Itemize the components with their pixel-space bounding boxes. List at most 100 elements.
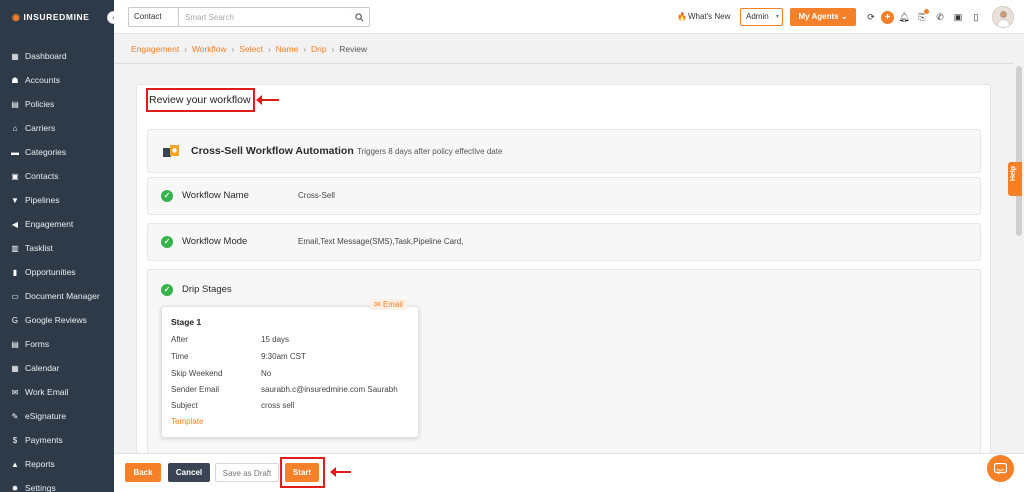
sidebar-item-calendar[interactable]: ▦ Calendar [0, 356, 114, 380]
workflow-summary-header: Cross-Sell Workflow Automation Triggers … [147, 129, 981, 173]
action-bar: Back Cancel Save as Draft Start [114, 453, 1024, 492]
drip-stage-card: Stage 1 After 15 days Time 9:30am CST Sk… [161, 306, 419, 438]
stage-time-value: 9:30am CST [261, 352, 306, 361]
bell-icon[interactable]: 🔔︎ [896, 9, 912, 25]
my-agents-label: My Agents [798, 12, 839, 21]
sidebar-item-esignature[interactable]: ✎ eSignature [0, 404, 114, 428]
help-tab[interactable]: Help [1008, 162, 1022, 196]
workflow-title: Cross-Sell Workflow Automation [191, 145, 354, 157]
chat-icon [994, 462, 1007, 474]
cancel-button[interactable]: Cancel [168, 463, 210, 482]
sidebar-item-settings[interactable]: ✹ Settings [0, 476, 114, 492]
stage-sender-value: saurabh.c@insuredmine.com Saurabh [261, 385, 398, 394]
annotation-arrow-icon [256, 95, 279, 105]
workflow-name-row: ✓ Workflow Name Cross-Sell [147, 177, 981, 215]
chat-button[interactable] [987, 455, 1014, 482]
stage-title: Stage 1 [171, 317, 202, 327]
document-icon: ▤ [11, 99, 19, 109]
sidebar-item-label: Settings [25, 483, 56, 492]
breadcrumb: Engagement › Workflow › Select › Name › … [131, 44, 367, 54]
sidebar-item-google-reviews[interactable]: G Google Reviews [0, 308, 114, 332]
notifications-icon[interactable]: ⎘ [914, 9, 930, 25]
sidebar-item-label: eSignature [25, 411, 67, 421]
sidebar-item-carriers[interactable]: ⌂ Carriers [0, 116, 114, 140]
sidebar-item-work-email[interactable]: ✉ Work Email [0, 380, 114, 404]
bar-chart-icon: ▮ [12, 267, 18, 277]
drip-stages-section: ✓ Drip Stages Stage 1 After 15 days Time… [147, 269, 981, 453]
folder-open-icon: ▭ [11, 291, 19, 301]
megaphone-icon: ◀ [11, 219, 19, 229]
smart-search-input[interactable] [178, 7, 351, 27]
my-agents-button[interactable]: My Agents ⌄ [790, 8, 856, 26]
chip-icon[interactable]: ▣ [950, 9, 966, 25]
sidebar-item-pipelines[interactable]: ▼ Pipelines [0, 188, 114, 212]
sidebar-item-categories[interactable]: ▬ Categories [0, 140, 114, 164]
contact-card-icon: ▣ [11, 171, 19, 181]
check-circle-icon: ✓ [161, 284, 173, 296]
stage-skip-value: No [261, 369, 272, 378]
breadcrumb-select[interactable]: Select [239, 44, 263, 54]
stage-subject-label: Subject [171, 401, 198, 410]
workflow-name-value: Cross-Sell [298, 191, 335, 200]
save-draft-button[interactable]: Save as Draft [215, 463, 279, 482]
page-scrollbar[interactable] [1016, 66, 1022, 236]
sidebar-item-accounts[interactable]: ☗ Accounts [0, 68, 114, 92]
sidebar-item-payments[interactable]: $ Payments [0, 428, 114, 452]
chevron-right-icon: › [267, 44, 271, 54]
stage-skip-label: Skip Weekend [171, 369, 223, 378]
funnel-icon: ▼ [11, 195, 19, 205]
breadcrumb-name[interactable]: Name [276, 44, 299, 54]
gear-icon: ✹ [11, 483, 19, 492]
phone-icon[interactable]: ✆ [932, 9, 948, 25]
mobile-icon[interactable]: ▯ [968, 9, 984, 25]
sidebar-item-reports[interactable]: ▲ Reports [0, 452, 114, 476]
add-icon[interactable]: + [881, 10, 894, 24]
sidebar-item-dashboard[interactable]: ▦ Dashboard [0, 44, 114, 68]
breadcrumb-engagement[interactable]: Engagement [131, 44, 179, 54]
workflow-mode-row: ✓ Workflow Mode Email,Text Message(SMS),… [147, 223, 981, 261]
sidebar: ◉ INSUREDMINE ‹ ▦Dashboard ☗Accounts ▤Po… [0, 0, 120, 492]
stage-subject-value: cross sell [261, 401, 295, 410]
email-channel-badge: ✉ Email [370, 299, 407, 310]
envelope-icon: ✉ [374, 300, 381, 309]
breadcrumb-workflow[interactable]: Workflow [192, 44, 227, 54]
sidebar-item-label: Reports [25, 459, 55, 469]
sidebar-item-forms[interactable]: ▤ Forms [0, 332, 114, 356]
sidebar-item-contacts[interactable]: ▣ Contacts [0, 164, 114, 188]
role-select[interactable]: Admin ▾ [740, 8, 783, 26]
chevron-down-icon: ▾ [775, 14, 779, 20]
sidebar-item-document-manager[interactable]: ▭ Document Manager [0, 284, 114, 308]
sidebar-item-policies[interactable]: ▤ Policies [0, 92, 114, 116]
back-button[interactable]: Back [125, 463, 161, 482]
breadcrumb-drip[interactable]: Drip [311, 44, 327, 54]
sidebar-item-label: Contacts [25, 171, 59, 181]
app-logo[interactable]: ◉ INSUREDMINE [0, 0, 114, 34]
logo-text: INSUREDMINE [23, 12, 90, 22]
template-link[interactable]: Template [171, 417, 203, 426]
annotation-highlight-box [280, 457, 325, 488]
sidebar-item-label: Calendar [25, 363, 60, 373]
workflow-automation-icon [163, 145, 179, 157]
sidebar-item-opportunities[interactable]: ▮ Opportunities [0, 260, 114, 284]
sidebar-item-label: Opportunities [25, 267, 76, 277]
google-icon: G [11, 315, 19, 325]
workflow-mode-value: Email,Text Message(SMS),Task,Pipeline Ca… [298, 237, 464, 246]
check-circle-icon: ✓ [161, 190, 173, 202]
sidebar-item-label: Pipelines [25, 195, 60, 205]
role-select-value: Admin [746, 12, 769, 21]
chevron-right-icon: › [231, 44, 235, 54]
user-avatar[interactable] [992, 6, 1014, 28]
folder-icon: ▬ [11, 147, 19, 157]
refresh-icon[interactable]: ⟳ [863, 9, 879, 25]
chevron-right-icon: › [184, 44, 187, 54]
chevron-right-icon: › [303, 44, 306, 54]
form-icon: ▤ [11, 339, 19, 349]
sidebar-item-engagement[interactable]: ◀ Engagement [0, 212, 114, 236]
search-button[interactable] [350, 7, 370, 27]
workflow-mode-label: Workflow Mode [182, 236, 248, 247]
whats-new-link[interactable]: 🔥What's New [677, 12, 730, 21]
search-icon [355, 12, 364, 21]
chevron-right-icon: › [331, 44, 335, 54]
check-circle-icon: ✓ [161, 236, 173, 248]
sidebar-item-tasklist[interactable]: ▥ Tasklist [0, 236, 114, 260]
